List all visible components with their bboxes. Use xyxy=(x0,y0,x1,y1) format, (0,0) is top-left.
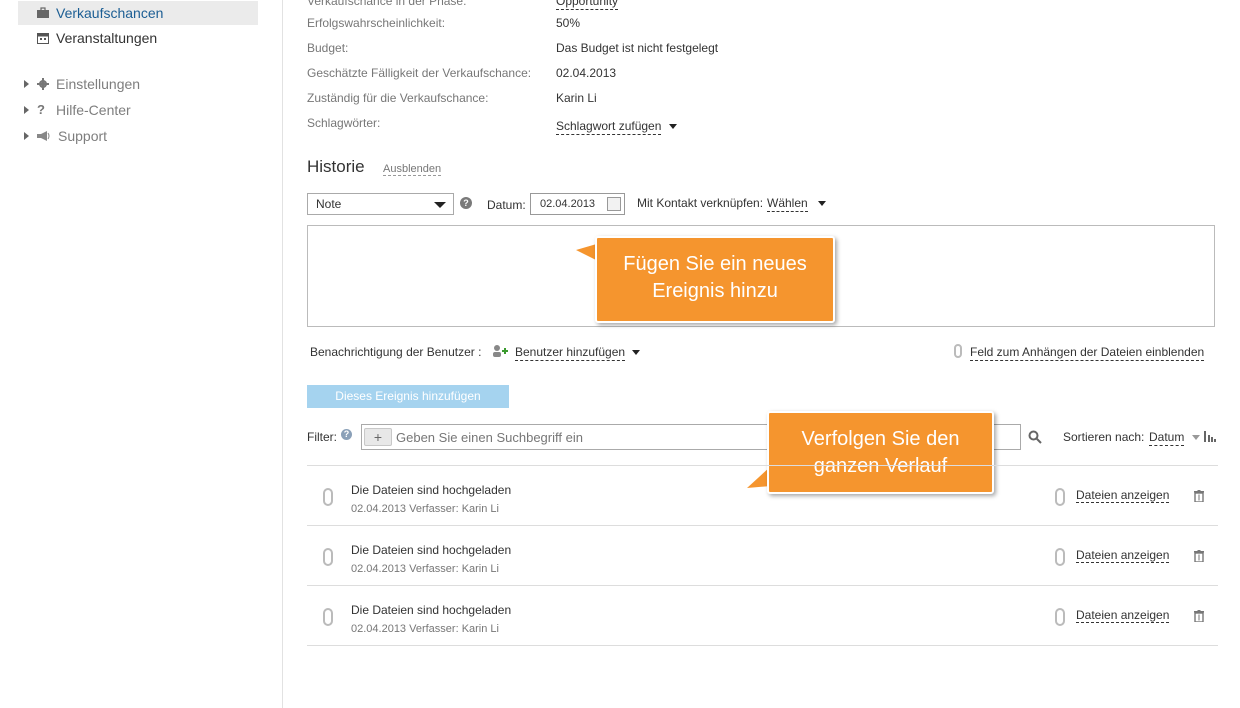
entry-title: Die Dateien sind hochgeladen xyxy=(351,543,512,557)
paperclip-icon xyxy=(1055,608,1065,626)
paperclip-icon xyxy=(1055,488,1065,506)
sort-by-dropdown[interactable]: Datum xyxy=(1149,430,1200,446)
sidebar-item-verkaufschancen[interactable]: Verkaufschancen xyxy=(18,1,258,25)
paperclip-icon xyxy=(1055,548,1065,566)
show-files-link[interactable]: Dateien anzeigen xyxy=(1076,548,1170,563)
entry-title: Die Dateien sind hochgeladen xyxy=(351,483,512,497)
paperclip-icon xyxy=(323,548,333,566)
sidebar-item-hilfe-center[interactable]: ? Hilfe-Center xyxy=(18,98,258,122)
caret-down-icon xyxy=(632,350,641,356)
add-users-dropdown[interactable]: Benutzer hinzufügen xyxy=(515,345,641,361)
history-entry: Die Dateien sind hochgeladen 02.04.2013 … xyxy=(307,525,1218,585)
history-entry: Die Dateien sind hochgeladen 02.04.2013 … xyxy=(307,585,1218,645)
paperclip-icon xyxy=(323,488,333,506)
dropdown-caret-icon xyxy=(434,202,446,208)
question-icon: ? xyxy=(37,102,45,117)
calendar-picker-icon[interactable] xyxy=(607,197,621,211)
date-input[interactable]: 02.04.2013 xyxy=(530,193,625,215)
budget-value: Das Budget ist nicht festgelegt xyxy=(556,41,719,55)
budget-label: Budget: xyxy=(307,41,349,55)
sort-label: Sortieren nach: xyxy=(1063,430,1145,444)
caret-down-icon xyxy=(668,124,677,130)
megaphone-icon xyxy=(37,131,50,141)
sidebar-item-support[interactable]: Support xyxy=(18,124,258,148)
sidebar-item-label: Support xyxy=(58,128,108,144)
add-tag-button[interactable]: Schlagwort zufügen xyxy=(556,119,677,135)
select-contact-dropdown[interactable]: Wählen xyxy=(767,196,827,212)
search-icon[interactable] xyxy=(1028,430,1042,444)
probability-label: Erfolgswahrscheinlichkeit: xyxy=(307,16,446,30)
history-title: Historie xyxy=(307,157,365,176)
stage-label: Verkaufschance in der Phase: xyxy=(307,0,467,8)
plus-icon[interactable]: + xyxy=(364,428,392,446)
entry-meta: 02.04.2013 Verfasser: Karin Li xyxy=(351,563,499,575)
add-event-callout: Fügen Sie ein neues Ereignis hinzu xyxy=(595,236,835,323)
trash-icon[interactable] xyxy=(1194,610,1204,622)
sidebar-item-label: Verkaufschancen xyxy=(56,5,164,21)
trash-icon[interactable] xyxy=(1194,490,1204,502)
caret-down-icon xyxy=(1191,435,1200,441)
sidebar-item-einstellungen[interactable]: Einstellungen xyxy=(18,72,258,96)
paperclip-icon xyxy=(323,608,333,626)
tags-label: Schlagwörter: xyxy=(307,116,381,130)
probability-value: 50% xyxy=(556,16,581,30)
entry-meta: 02.04.2013 Verfasser: Karin Li xyxy=(351,623,499,635)
sort-order-icon[interactable] xyxy=(1204,431,1216,442)
sidebar-item-label: Veranstaltungen xyxy=(56,30,158,46)
stage-value[interactable]: Opportunity xyxy=(556,0,619,10)
sidebar: Verkaufschancen Veranstaltungen Einstell… xyxy=(0,0,283,708)
add-event-button[interactable]: Dieses Ereignis hinzufügen xyxy=(307,385,509,408)
caret-down-icon xyxy=(818,201,827,207)
show-attachment-field-link[interactable]: Feld zum Anhängen der Dateien einblenden xyxy=(970,345,1205,361)
event-type-select[interactable]: Note xyxy=(307,193,454,215)
help-icon[interactable]: ? xyxy=(460,197,472,209)
show-files-link[interactable]: Dateien anzeigen xyxy=(1076,488,1170,503)
due-date-label: Geschätzte Fälligkeit der Verkaufschance… xyxy=(307,66,532,80)
responsible-label: Zuständig für die Verkaufschance: xyxy=(307,91,489,105)
sidebar-item-veranstaltungen[interactable]: Veranstaltungen xyxy=(18,26,258,50)
responsible-value: Karin Li xyxy=(556,91,597,105)
list-divider xyxy=(307,645,1218,646)
add-user-icon xyxy=(493,345,508,357)
paperclip-icon xyxy=(954,344,962,358)
entry-meta: 02.04.2013 Verfasser: Karin Li xyxy=(351,503,499,515)
date-label: Datum: xyxy=(487,198,526,212)
sidebar-item-label: Einstellungen xyxy=(56,76,141,92)
link-contact-label: Mit Kontakt verknüpfen: xyxy=(637,196,764,210)
hide-history-link[interactable]: Ausblenden xyxy=(383,163,442,176)
trash-icon[interactable] xyxy=(1194,550,1204,562)
gear-icon xyxy=(37,78,49,90)
notify-users-label: Benachrichtigung der Benutzer : xyxy=(310,345,482,359)
history-entry: Die Dateien sind hochgeladen 02.04.2013 … xyxy=(307,465,1218,525)
entry-title: Die Dateien sind hochgeladen xyxy=(351,603,512,617)
help-icon[interactable]: ? xyxy=(341,429,352,440)
briefcase-icon xyxy=(37,7,49,18)
sidebar-item-label: Hilfe-Center xyxy=(56,102,131,118)
calendar-icon xyxy=(37,33,49,44)
show-files-link[interactable]: Dateien anzeigen xyxy=(1076,608,1170,623)
filter-label: Filter: xyxy=(307,430,337,444)
due-date-value: 02.04.2013 xyxy=(556,66,617,80)
